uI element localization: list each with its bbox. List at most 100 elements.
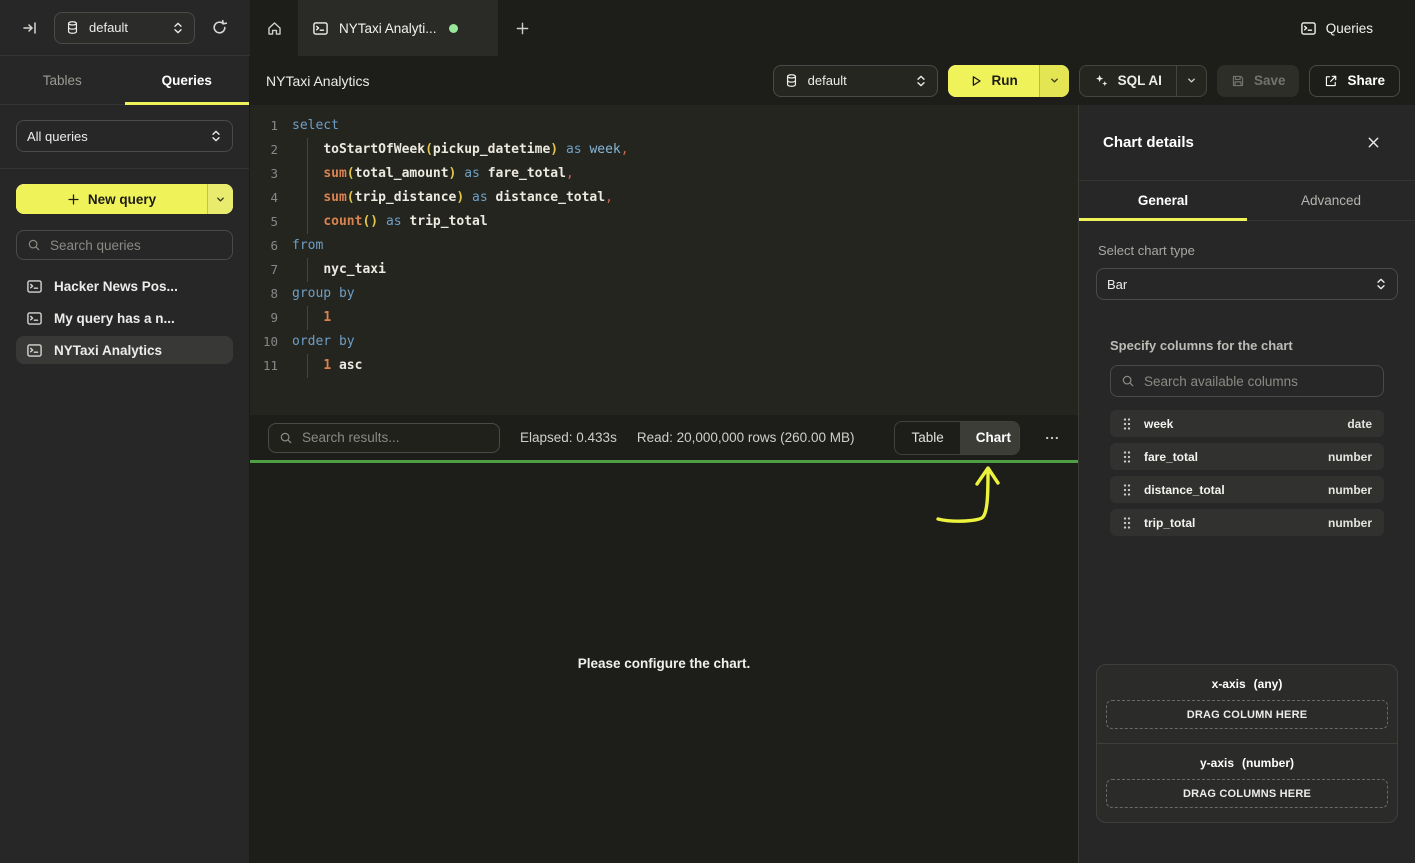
close-icon [1366, 135, 1381, 150]
chart-type-value: Bar [1107, 277, 1366, 292]
column-pill-fare_total[interactable]: fare_total number [1110, 443, 1384, 470]
close-panel-button[interactable] [1362, 131, 1385, 154]
queries-button-label: Queries [1326, 21, 1373, 36]
y-axis-drop-zone[interactable]: DRAG COLUMNS HERE [1106, 779, 1388, 808]
hint-arrow-annotation [934, 463, 1006, 529]
chevron-down-icon [1049, 75, 1060, 86]
line-number: 5 [250, 210, 278, 234]
line-number: 11 [250, 354, 278, 378]
tab-tables[interactable]: Tables [0, 56, 125, 104]
new-query-button[interactable]: New query [16, 184, 233, 214]
code-line[interactable]: 1select [250, 114, 1078, 138]
rows-read-stat: Read: 20,000,000 rows (260.00 MB) [637, 430, 855, 445]
plus-icon [515, 21, 530, 36]
ellipsis-icon [1044, 430, 1060, 446]
chart-type-selector[interactable]: Bar [1096, 268, 1398, 300]
columns-search-input[interactable] [1144, 374, 1373, 389]
queries-panel-button[interactable]: Queries [1288, 0, 1415, 56]
code-line[interactable]: 11 1 asc [250, 354, 1078, 378]
code-line[interactable]: 10order by [250, 330, 1078, 354]
tab-table-view[interactable]: Table [895, 422, 959, 454]
chevron-updown-icon [210, 129, 222, 143]
share-button[interactable]: Share [1309, 65, 1400, 97]
line-number: 9 [250, 306, 278, 330]
columns-section: Specify columns for the chart weekdate fa… [1096, 338, 1398, 536]
available-columns-list: weekdatefare_totalnumberdistance_totalnu… [1110, 410, 1384, 536]
code-line[interactable]: 7 nyc_taxi [250, 258, 1078, 282]
sidebar: Tables Queries All queries N [0, 56, 250, 863]
database-selector-value: default [89, 20, 163, 35]
query-console-icon [26, 342, 43, 359]
indent-guide [307, 138, 308, 162]
column-type: number [1328, 483, 1372, 497]
database-icon [784, 73, 799, 88]
x-axis-drop-zone[interactable]: DRAG COLUMN HERE [1106, 700, 1388, 729]
code-line[interactable]: 4 sum(trip_distance) as distance_total, [250, 186, 1078, 210]
results-search-box [268, 423, 500, 453]
tab-nytaxi-analytics[interactable]: NYTaxi Analyti... [298, 0, 498, 56]
columns-label: Specify columns for the chart [1110, 338, 1384, 353]
line-number: 8 [250, 282, 278, 306]
x-axis-type-hint: (any) [1254, 677, 1283, 691]
indent-guide [307, 258, 308, 282]
results-view-switch: Table Chart [894, 421, 1020, 455]
tab-advanced[interactable]: Advanced [1247, 181, 1415, 220]
y-axis-label: y-axis [1200, 756, 1234, 770]
collapse-sidebar-button[interactable] [18, 16, 42, 40]
sql-editor[interactable]: 1select2 toStartOfWeek(pickup_datetime) … [250, 105, 1078, 415]
code-line[interactable]: 9 1 [250, 306, 1078, 330]
code-line[interactable]: 2 toStartOfWeek(pickup_datetime) as week… [250, 138, 1078, 162]
sidebar-tabs: Tables Queries [0, 56, 249, 105]
chart-details-panel: Chart details General Advanced Select ch… [1078, 105, 1415, 863]
new-query-dropdown[interactable] [207, 184, 233, 214]
column-pill-distance_total[interactable]: distance_totalnumber [1110, 476, 1384, 503]
query-list: Hacker News Pos... My query has a n... NYT… [0, 272, 249, 364]
top-bar: default NYTaxi Analyti.. [0, 0, 1415, 56]
column-name: fare_total [1144, 450, 1316, 464]
chevron-updown-icon [1375, 277, 1387, 291]
code-line[interactable]: 8group by [250, 282, 1078, 306]
unsaved-changes-dot [449, 24, 458, 33]
save-button[interactable]: Save [1217, 65, 1300, 97]
tab-queries[interactable]: Queries [125, 56, 250, 104]
play-icon [969, 74, 983, 88]
columns-search-box [1110, 365, 1384, 397]
run-database-selector[interactable]: default [773, 65, 938, 97]
column-name: trip_total [1144, 516, 1316, 530]
sql-ai-dropdown[interactable] [1176, 66, 1206, 96]
code-line[interactable]: 5 count() as trip_total [250, 210, 1078, 234]
query-search-input[interactable] [50, 238, 222, 253]
query-filter-selector[interactable]: All queries [16, 120, 233, 152]
query-search-box [16, 230, 233, 260]
line-number: 1 [250, 114, 278, 138]
home-icon [266, 20, 283, 37]
refresh-button[interactable] [207, 15, 232, 40]
results-search-input[interactable] [302, 430, 489, 445]
tab-general[interactable]: General [1079, 181, 1247, 220]
save-label: Save [1254, 73, 1286, 88]
column-name: week [1144, 417, 1335, 431]
query-console-icon [26, 278, 43, 295]
indent-guide [307, 186, 308, 210]
new-tab-button[interactable] [498, 0, 546, 56]
home-button[interactable] [250, 0, 298, 56]
database-selector[interactable]: default [54, 12, 195, 44]
run-database-value: default [808, 73, 906, 88]
run-options-dropdown[interactable] [1039, 65, 1069, 97]
code-line[interactable]: 3 sum(total_amount) as fare_total, [250, 162, 1078, 186]
top-bar-left: default [0, 0, 250, 56]
sidebar-item-query[interactable]: Hacker News Pos... [16, 272, 233, 300]
sidebar-item-query[interactable]: NYTaxi Analytics [16, 336, 233, 364]
run-button[interactable]: Run [948, 65, 1069, 97]
sql-ai-button[interactable]: SQL AI [1079, 65, 1207, 97]
column-pill-week[interactable]: weekdate [1110, 410, 1384, 437]
code-line[interactable]: 6from [250, 234, 1078, 258]
column-type: number [1328, 450, 1372, 464]
more-options-button[interactable] [1040, 426, 1064, 450]
tab-chart-view[interactable]: Chart [960, 422, 1020, 454]
chart-details-header: Chart details [1079, 105, 1415, 181]
column-pill-trip_total[interactable]: trip_totalnumber [1110, 509, 1384, 536]
indent-guide [307, 162, 308, 186]
drag-handle-icon [1122, 516, 1132, 530]
sidebar-item-query[interactable]: My query has a n... [16, 304, 233, 332]
